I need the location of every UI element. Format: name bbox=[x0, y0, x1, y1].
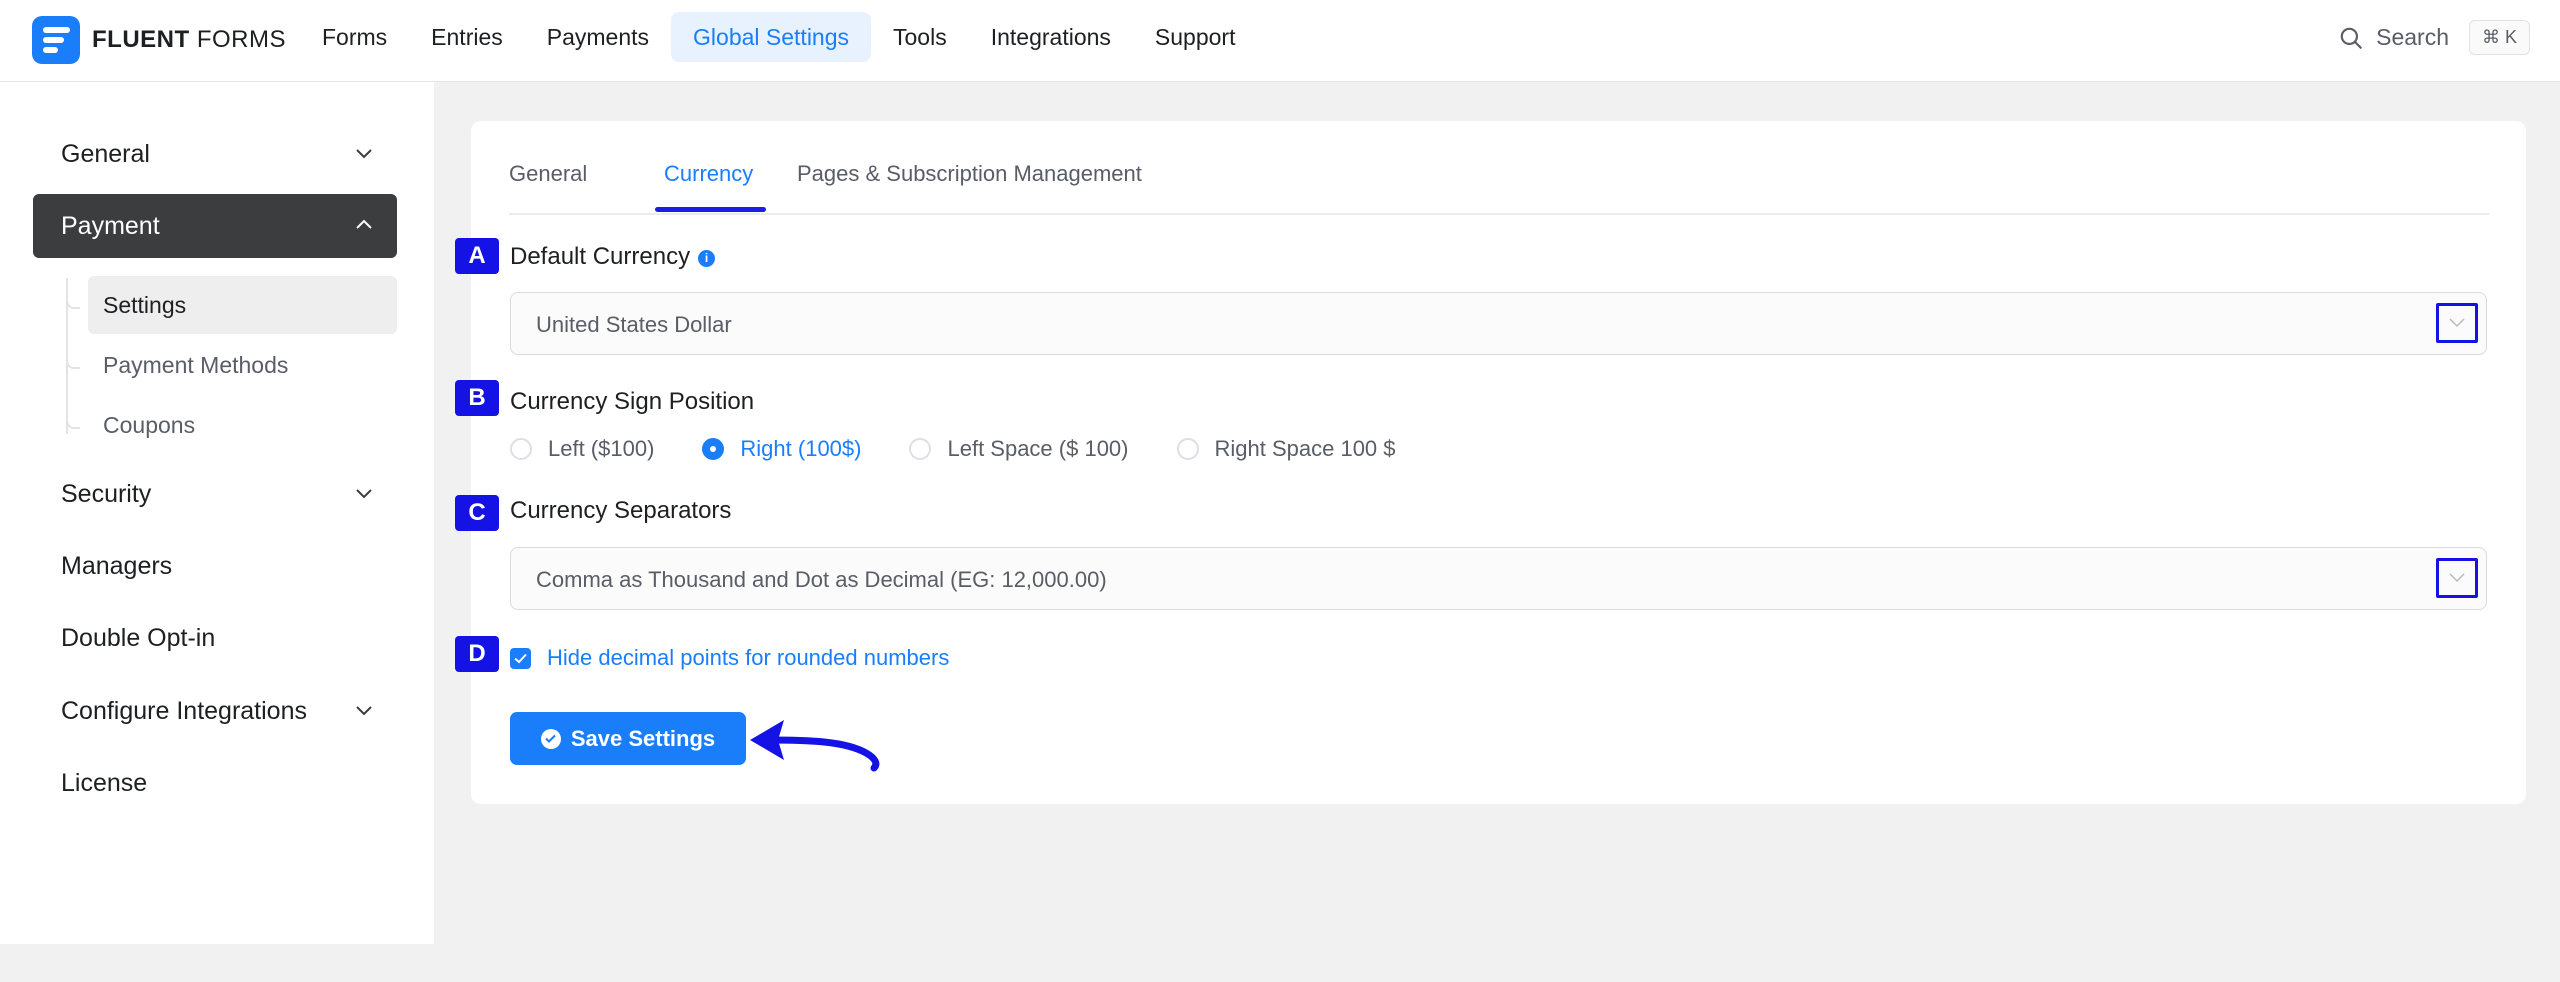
chevron-down-icon bbox=[356, 489, 372, 499]
annotation-badge-c: C bbox=[455, 495, 499, 531]
radio-label: Right Space 100 $ bbox=[1214, 436, 1396, 461]
tab-general[interactable]: General bbox=[509, 161, 587, 187]
chevron-up-icon bbox=[356, 219, 372, 229]
radio-label: Right (100$) bbox=[740, 436, 862, 461]
search-button[interactable]: Search ⌘ K bbox=[2338, 20, 2530, 55]
annotation-badge-a: A bbox=[455, 238, 499, 274]
currency-separators-value: Comma as Thousand and Dot as Decimal (EG… bbox=[536, 567, 1107, 592]
default-currency-dropdown-toggle[interactable] bbox=[2436, 303, 2478, 343]
nav-tools[interactable]: Tools bbox=[871, 12, 969, 62]
sidebar-item-label: Security bbox=[61, 479, 152, 508]
search-shortcut-badge: ⌘ K bbox=[2468, 20, 2530, 55]
radio-circle bbox=[1176, 438, 1199, 460]
sidebar-item-label: Payment bbox=[61, 211, 160, 240]
settings-sidebar: General Payment Settings Payment Methods… bbox=[0, 82, 434, 944]
search-label: Search bbox=[2376, 24, 2449, 50]
annotation-badge-b: B bbox=[455, 380, 499, 416]
submenu-connector bbox=[66, 357, 80, 369]
sidebar-subitem-payment-methods[interactable]: Payment Methods bbox=[88, 336, 397, 394]
main-nav: Forms Entries Payments Global Settings T… bbox=[300, 12, 1257, 62]
sidebar-item-license[interactable]: License bbox=[33, 751, 397, 815]
chevron-down-icon bbox=[2449, 318, 2465, 328]
radio-left[interactable]: Left ($100) bbox=[510, 436, 654, 462]
nav-support[interactable]: Support bbox=[1133, 12, 1258, 62]
default-currency-value: United States Dollar bbox=[536, 312, 732, 337]
radio-circle bbox=[909, 438, 932, 460]
annotation-badge-d: D bbox=[455, 636, 499, 672]
sidebar-item-label: Managers bbox=[61, 551, 173, 580]
nav-forms[interactable]: Forms bbox=[300, 12, 409, 62]
sidebar-item-general[interactable]: General bbox=[33, 122, 397, 186]
submenu-connector bbox=[66, 297, 80, 309]
sidebar-item-payment[interactable]: Payment bbox=[33, 194, 397, 258]
sidebar-item-label: General bbox=[61, 139, 150, 168]
currency-separators-label: Currency Separators bbox=[510, 497, 732, 524]
nav-payments[interactable]: Payments bbox=[525, 12, 671, 62]
chevron-down-icon bbox=[356, 149, 372, 159]
sidebar-item-label: Configure Integrations bbox=[61, 696, 307, 725]
app-logo[interactable]: FLUENT FORMS bbox=[32, 16, 286, 64]
currency-separators-select[interactable]: Comma as Thousand and Dot as Decimal (EG… bbox=[510, 547, 2487, 610]
info-icon[interactable]: i bbox=[698, 250, 716, 267]
radio-left-space[interactable]: Left Space ($ 100) bbox=[909, 436, 1129, 462]
settings-tabs: General Currency Pages & Subscription Ma… bbox=[509, 121, 2489, 215]
radio-label: Left ($100) bbox=[548, 436, 655, 461]
submenu-connector bbox=[66, 417, 80, 429]
top-bar: FLUENT FORMS Forms Entries Payments Glob… bbox=[0, 0, 2560, 82]
page-footer-area bbox=[0, 944, 2560, 982]
hide-decimal-label: Hide decimal points for rounded numbers bbox=[547, 645, 950, 670]
sidebar-item-configure-integrations[interactable]: Configure Integrations bbox=[33, 679, 397, 743]
sidebar-subitem-coupons[interactable]: Coupons bbox=[88, 396, 397, 454]
fluent-forms-logo-icon bbox=[32, 16, 80, 64]
sidebar-item-double-optin[interactable]: Double Opt-in bbox=[33, 606, 397, 670]
tab-pages-subscription[interactable]: Pages & Subscription Management bbox=[797, 161, 1142, 187]
tab-currency[interactable]: Currency bbox=[664, 161, 753, 187]
hide-decimal-option[interactable]: Hide decimal points for rounded numbers bbox=[510, 645, 949, 671]
sidebar-item-label: License bbox=[61, 768, 148, 797]
chevron-down-icon bbox=[356, 706, 372, 716]
hide-decimal-checkbox[interactable] bbox=[510, 647, 531, 669]
check-circle-icon bbox=[540, 728, 561, 749]
sidebar-subitem-settings[interactable]: Settings bbox=[88, 276, 397, 334]
annotation-arrow-icon bbox=[750, 720, 880, 772]
save-settings-button[interactable]: Save Settings bbox=[510, 712, 746, 765]
check-icon bbox=[514, 653, 527, 663]
radio-circle bbox=[510, 438, 532, 460]
chevron-down-icon bbox=[2449, 573, 2465, 583]
nav-entries[interactable]: Entries bbox=[409, 12, 525, 62]
default-currency-select[interactable]: United States Dollar bbox=[510, 292, 2487, 355]
radio-circle bbox=[702, 438, 725, 460]
sidebar-item-label: Double Opt-in bbox=[61, 623, 216, 652]
default-currency-label: Default Currency i bbox=[510, 243, 716, 271]
active-tab-indicator bbox=[655, 207, 766, 212]
sidebar-item-security[interactable]: Security bbox=[33, 462, 397, 526]
radio-right[interactable]: Right (100$) bbox=[702, 436, 861, 462]
save-settings-label: Save Settings bbox=[570, 725, 716, 751]
radio-right-space[interactable]: Right Space 100 $ bbox=[1176, 436, 1396, 462]
currency-sign-position-group: Left ($100) Right (100$) Left Space ($ 1… bbox=[510, 434, 1444, 464]
radio-label: Left Space ($ 100) bbox=[947, 436, 1129, 461]
nav-integrations[interactable]: Integrations bbox=[969, 12, 1133, 62]
currency-sign-position-label: Currency Sign Position bbox=[510, 388, 755, 415]
app-logo-text: FLUENT FORMS bbox=[92, 26, 286, 53]
currency-separators-dropdown-toggle[interactable] bbox=[2436, 558, 2478, 598]
nav-global-settings[interactable]: Global Settings bbox=[671, 12, 872, 62]
search-icon bbox=[2340, 27, 2362, 49]
sidebar-item-managers[interactable]: Managers bbox=[33, 534, 397, 598]
